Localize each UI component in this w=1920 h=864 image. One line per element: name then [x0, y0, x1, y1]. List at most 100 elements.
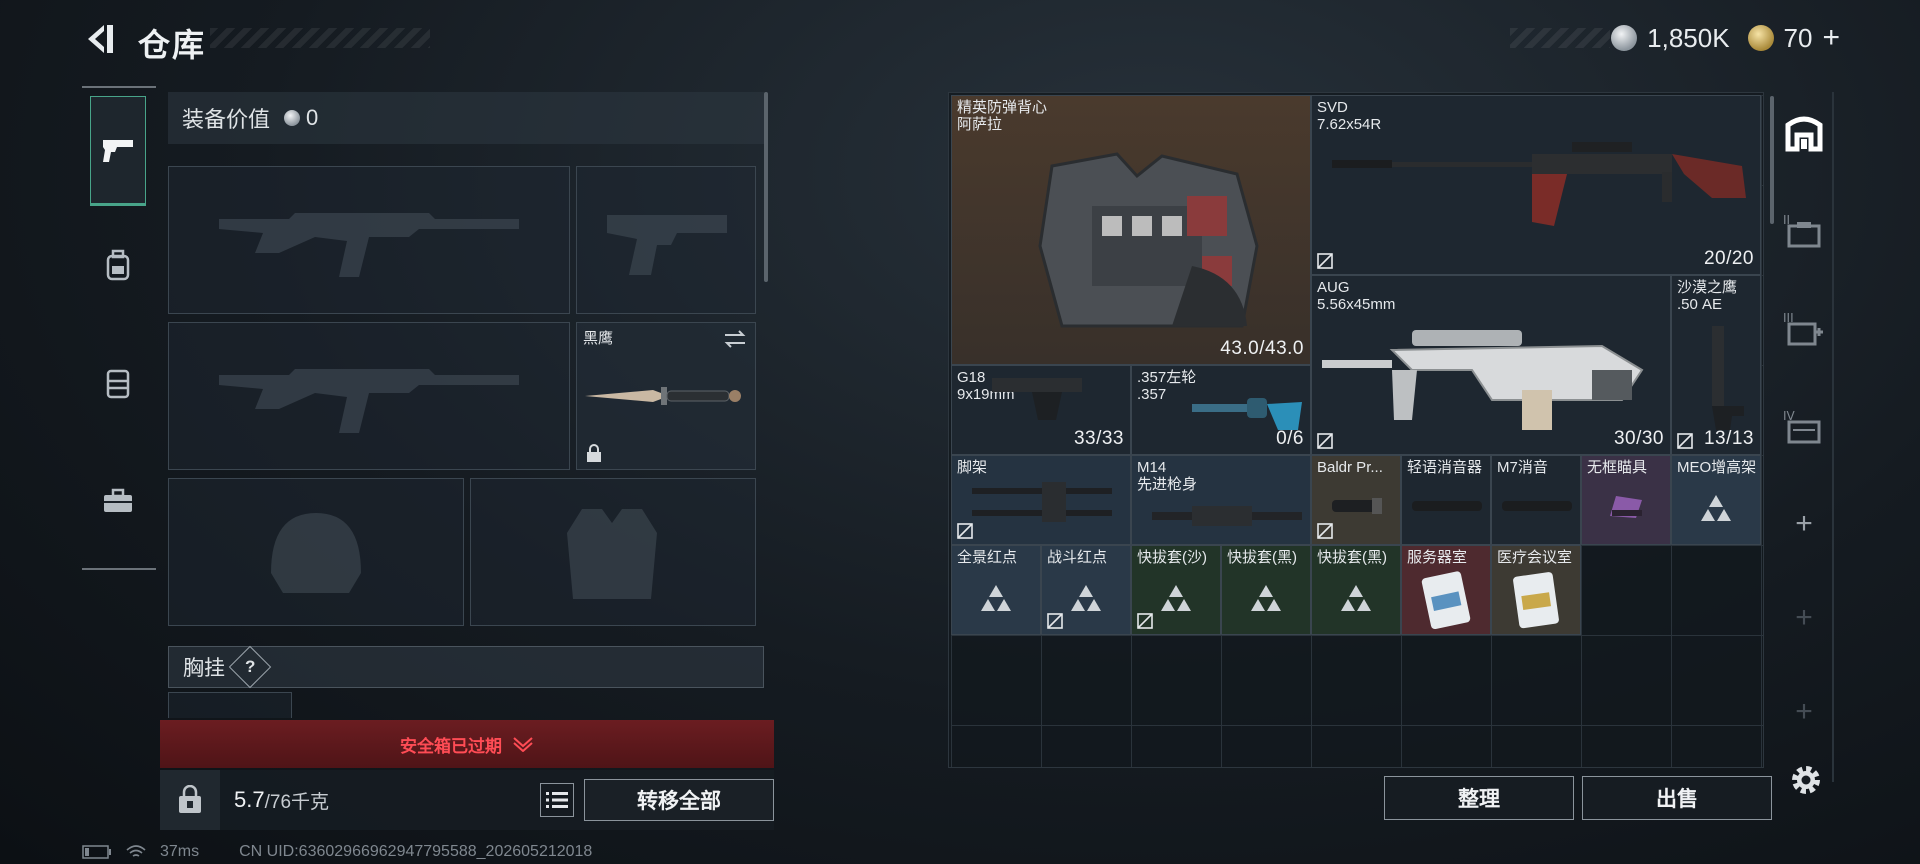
item-count: 20/20 [1703, 248, 1754, 269]
storage-tab-rail: II III IV + + + [1774, 92, 1834, 782]
chest-rig-header: 胸挂 ? [168, 645, 764, 689]
rail-tab-weapons[interactable] [90, 96, 146, 206]
storage-item-combat-red-dot[interactable]: 战斗红点 [1041, 545, 1131, 635]
storage-item-m14-receiver[interactable]: M14 先进枪身 [1131, 455, 1311, 545]
rifle-silhouette-icon [219, 213, 519, 277]
item-name: .357左轮 .357 [1137, 369, 1197, 403]
storage-item-medical-meeting-room-key[interactable]: 医疗会议室 [1491, 545, 1581, 635]
storage-item-desert-eagle[interactable]: 沙漠之鹰 .50 AE 13/13 [1671, 275, 1761, 455]
storage-item-server-room-key[interactable]: 服务器室 [1401, 545, 1491, 635]
sort-button[interactable]: 整理 [1384, 776, 1574, 820]
list-icon [546, 792, 568, 808]
item-count: 30/30 [1613, 428, 1664, 449]
vest-icon [106, 369, 130, 399]
silver-currency-amount: 1,850K [1647, 22, 1730, 53]
rifle-silhouette-icon [219, 369, 519, 433]
item-name: 沙漠之鹰 .50 AE [1677, 279, 1738, 313]
sidearm-slot[interactable] [576, 166, 756, 314]
item-name: 快拔套(黑) [1227, 549, 1297, 566]
item-name: AUG 5.56x45mm [1317, 279, 1396, 313]
unknown-item-icon [1251, 584, 1281, 611]
item-name: SVD 7.62x54R [1317, 99, 1382, 133]
storage-tab-4[interactable]: IV [1774, 386, 1834, 466]
toolbox-icon [104, 488, 132, 512]
no-insurance-icon [1677, 433, 1693, 449]
storage-grid[interactable]: 精英防弹背心 阿萨拉 43.0/43.0 SVD 7.62x54R 20/20 … [951, 95, 1763, 767]
item-name: 全景红点 [957, 549, 1018, 566]
pistol-silhouette-icon [607, 215, 727, 275]
swap-icon[interactable] [723, 329, 747, 349]
settings-button[interactable] [1786, 760, 1826, 800]
chevron-down-icon [513, 737, 533, 752]
chest-rig-slot[interactable] [168, 692, 292, 718]
rail-tab-equipment[interactable] [90, 446, 146, 556]
pistol-icon [103, 140, 133, 162]
storage-item-357-revolver[interactable]: .357左轮 .357 0/6 [1131, 365, 1311, 455]
page-title: 仓库 [138, 27, 207, 63]
storage-tab-2[interactable]: II [1774, 190, 1834, 270]
unknown-item-icon [1341, 584, 1371, 611]
add-currency-button[interactable]: + [1822, 21, 1840, 55]
storage-item-g18[interactable]: G18 9x19mm 33/33 [951, 365, 1131, 455]
storage-item-panoramic-red-dot[interactable]: 全景红点 [951, 545, 1041, 635]
vest-silhouette-icon [567, 509, 657, 599]
no-insurance-icon [1047, 613, 1063, 629]
storage-item-baldr[interactable]: Baldr Pr... [1311, 455, 1401, 545]
item-count: 33/33 [1073, 428, 1124, 449]
item-name: 脚架 [957, 459, 988, 476]
storage-item-holster-black[interactable]: 快拔套(黑) [1311, 545, 1401, 635]
lock-icon [587, 444, 601, 462]
wifi-icon [126, 845, 146, 857]
storage-item-elite-vest[interactable]: 精英防弹背心 阿萨拉 43.0/43.0 [951, 95, 1311, 365]
item-count: 0/6 [1276, 428, 1304, 449]
backpack-icon [106, 249, 130, 281]
storage-item-frameless-sight[interactable]: 无框瞄具 [1581, 455, 1671, 545]
no-insurance-icon [957, 523, 973, 539]
storage-home-icon [1785, 116, 1823, 152]
storage-item-meo-riser[interactable]: MEO增高架 [1671, 455, 1761, 545]
locked-storage-slot: + [1795, 601, 1813, 634]
loadout-panel: 装备价值 0 黑鹰 胸挂 ? [160, 88, 770, 718]
item-name: 轻语消音器 [1407, 459, 1483, 476]
safebox-expired-banner[interactable]: 安全箱已过期 [160, 720, 774, 768]
item-name: 战斗红点 [1047, 549, 1108, 566]
rail-tab-armor[interactable] [90, 328, 146, 438]
loadout-scrollbar[interactable] [764, 92, 768, 282]
storage-item-bipod[interactable]: 脚架 [951, 455, 1131, 545]
sell-button[interactable]: 出售 [1582, 776, 1772, 820]
safebox-button[interactable] [160, 770, 220, 830]
storage-item-holster-black[interactable]: 快拔套(黑) [1221, 545, 1311, 635]
primary-weapon-slot[interactable] [168, 166, 570, 314]
help-question-mark: ? [244, 656, 256, 676]
storage-panel: 精英防弹背心 阿萨拉 43.0/43.0 SVD 7.62x54R 20/20 … [948, 92, 1764, 768]
pistol-icon [992, 378, 1082, 420]
no-insurance-icon [1317, 433, 1333, 449]
melee-slot[interactable]: 黑鹰 [576, 322, 756, 470]
item-name: 精英防弹背心 阿萨拉 [957, 99, 1048, 133]
storage-item-svd[interactable]: SVD 7.62x54R 20/20 [1311, 95, 1761, 275]
chest-rig-help-button[interactable]: ? [228, 645, 272, 689]
item-name: M14 先进枪身 [1137, 459, 1198, 493]
rail-tab-backpack[interactable] [90, 210, 146, 320]
storage-item-holster-sand[interactable]: 快拔套(沙) [1131, 545, 1221, 635]
pistol-icon [1712, 326, 1744, 430]
helmet-slot[interactable] [168, 478, 464, 626]
storage-tab-home[interactable] [1774, 92, 1834, 172]
storage-item-m7-suppressor[interactable]: M7消音 [1491, 455, 1581, 545]
storage-item-whisper-suppressor[interactable]: 轻语消音器 [1401, 455, 1491, 545]
storage-tab-3[interactable]: III [1774, 288, 1834, 368]
safebox-lock-icon [179, 785, 201, 813]
body-armor-slot[interactable] [470, 478, 756, 626]
item-count: 13/13 [1703, 428, 1754, 449]
transfer-all-button[interactable]: 转移全部 [584, 779, 774, 821]
item-count: 43.0/43.0 [1220, 338, 1304, 359]
item-name: 快拔套(沙) [1137, 549, 1207, 566]
add-storage-tab-button[interactable]: + [1774, 484, 1834, 564]
back-button[interactable] [82, 22, 116, 56]
secondary-weapon-slot[interactable] [168, 322, 570, 470]
suppressor-icon [1502, 501, 1572, 511]
list-view-button[interactable] [540, 783, 574, 817]
loadout-category-rail [82, 86, 156, 570]
storage-item-aug[interactable]: AUG 5.56x45mm 30/30 [1311, 275, 1671, 455]
equipment-value-label: 装备价值 [182, 107, 271, 132]
